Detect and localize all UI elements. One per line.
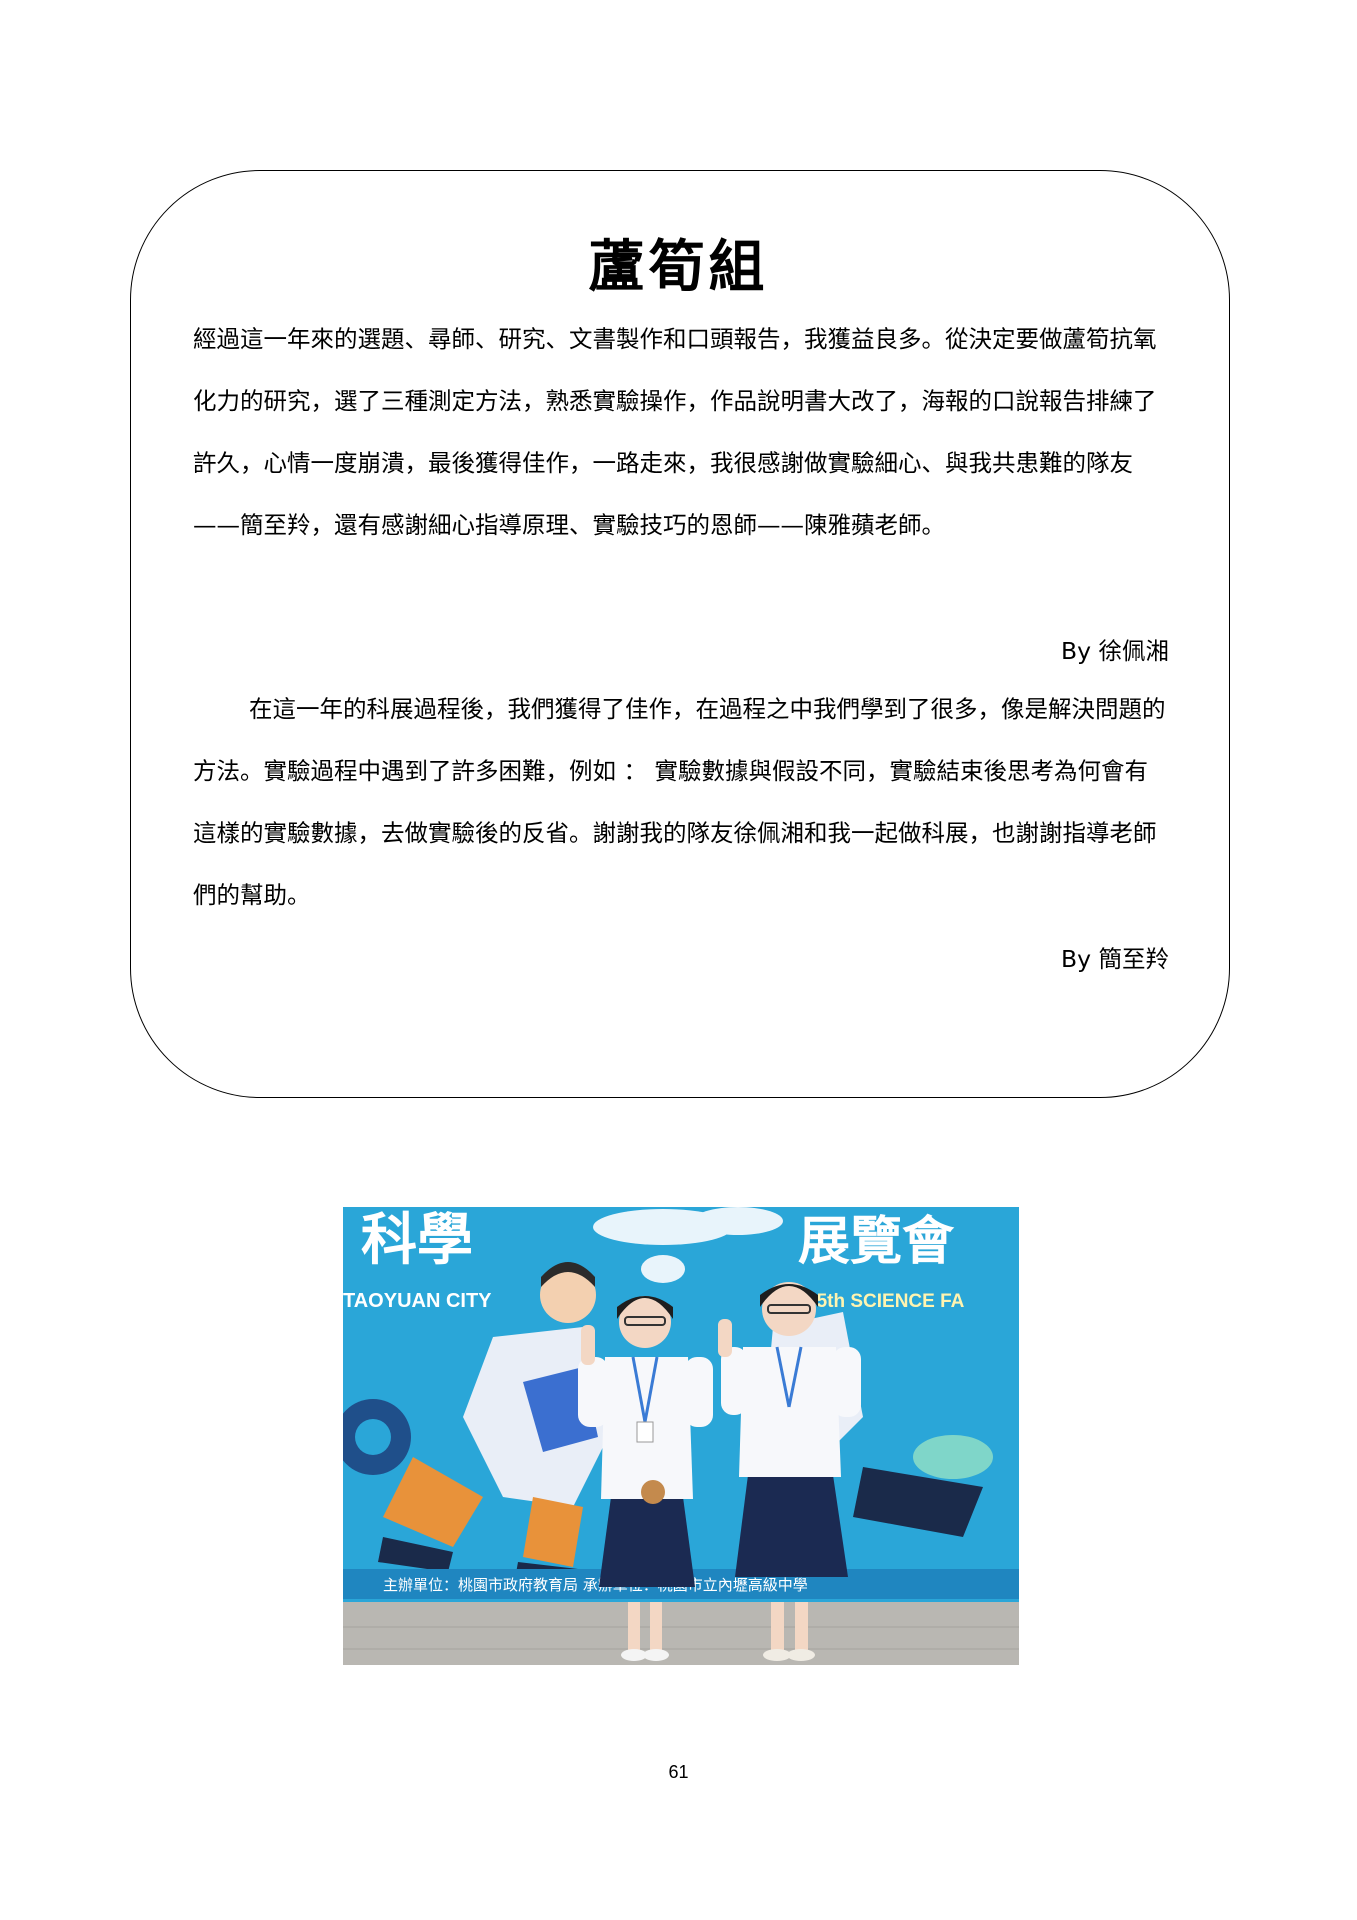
banner-sub-left: TAOYUAN CITY [343, 1290, 492, 1312]
author-signature-1: By 徐佩湘 [1061, 637, 1169, 665]
banner-text-right: 展覽會 [798, 1212, 955, 1272]
banner-sub-right: 65th SCIENCE FA [806, 1291, 965, 1312]
reflection-paragraph-2: 在這一年的科展過程後，我們獲得了佳作，在過程之中我們學到了很多，像是解決問題的方… [193, 695, 1166, 909]
floor [343, 1602, 1019, 1665]
banner-text-left: 科學 [361, 1208, 473, 1273]
page-title: 蘆筍組 [588, 234, 769, 300]
banner-footer: 主辦單位：桃園市政府教育局 承辦單位：桃園市立內壢高級中學 [383, 1576, 808, 1594]
page-number: 61 [668, 1762, 689, 1782]
author-signature-2: By 簡至羚 [1061, 945, 1169, 973]
science-fair-photo: 科學 展覽會 TAOYUAN CITY 65th SCIENCE FA 主辦單位… [343, 1207, 1019, 1665]
reflection-paragraph-1: 經過這一年來的選題、尋師、研究、文書製作和口頭報告，我獲益良多。從決定要做蘆筍抗… [193, 325, 1157, 539]
